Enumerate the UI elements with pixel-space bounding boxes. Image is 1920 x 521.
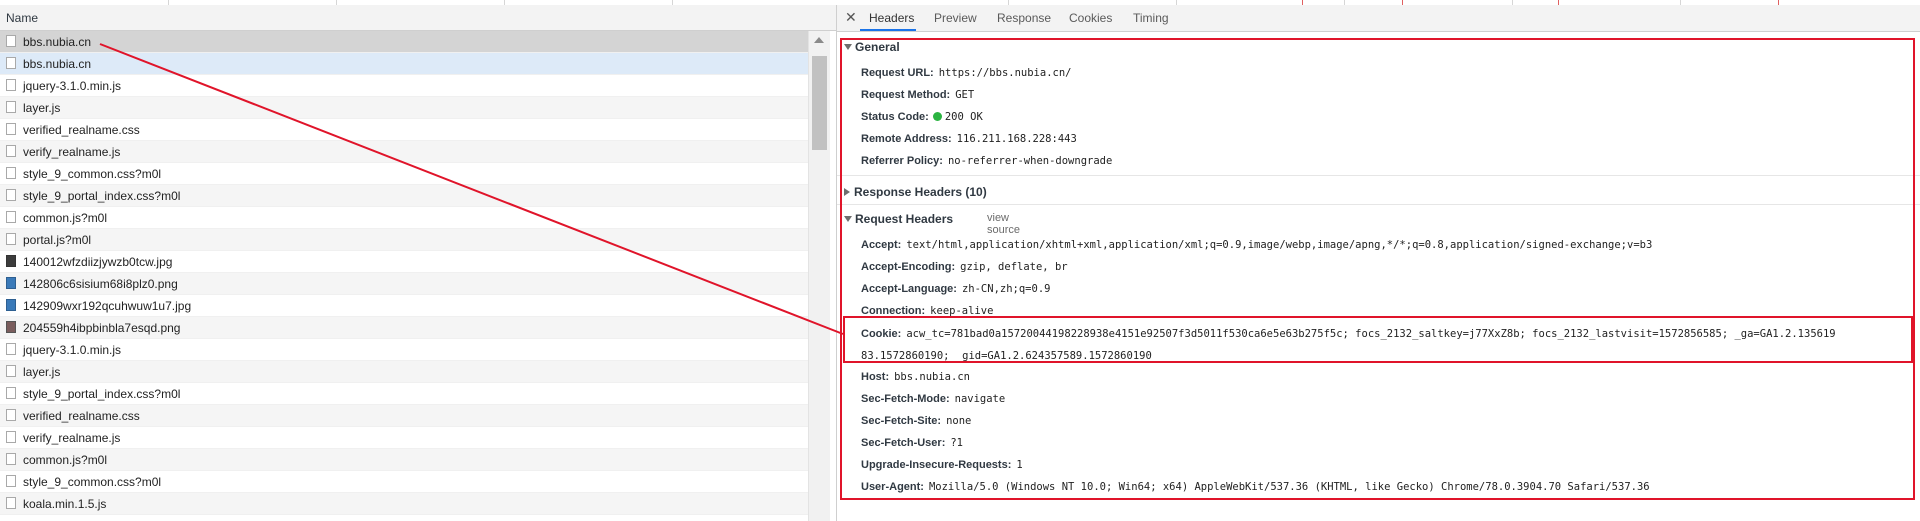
annotation-arrow xyxy=(99,43,844,335)
